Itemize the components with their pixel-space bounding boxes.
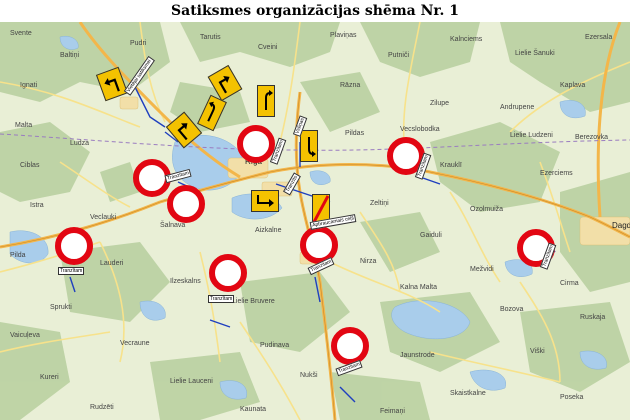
curve-warning-sign[interactable] bbox=[300, 130, 318, 162]
place-label: Viški bbox=[530, 348, 545, 355]
place-label: Kalnciems bbox=[450, 36, 483, 43]
curve-warning-sign[interactable] bbox=[251, 190, 279, 212]
place-label: Tarutis bbox=[200, 34, 221, 41]
place-label: Ezerciems bbox=[540, 170, 573, 177]
place-label: Cveini bbox=[258, 44, 278, 51]
place-label: Ludza bbox=[70, 140, 90, 147]
place-label: Pudri bbox=[130, 40, 147, 47]
place-label: Kaunata bbox=[240, 406, 267, 413]
place-label: Mežvidi bbox=[470, 266, 494, 273]
no-entry-sign[interactable] bbox=[167, 185, 205, 223]
place-label: Skaistkalne bbox=[450, 390, 486, 397]
supplementary-plate: Tranzītam bbox=[58, 267, 85, 275]
place-label: Berezovka bbox=[575, 134, 609, 141]
place-label: Vecraune bbox=[120, 340, 150, 347]
place-label: Aizkalne bbox=[255, 227, 282, 234]
place-label: Krauklī bbox=[440, 162, 462, 169]
place-label: Ruskaja bbox=[580, 314, 606, 321]
place-label: Kaplava bbox=[560, 82, 586, 89]
place-label: Lielie Bruvere bbox=[232, 298, 275, 305]
place-label: Ignati bbox=[20, 82, 38, 89]
page-title: Satiksmes organizācijas shēma Nr. 1 bbox=[171, 3, 459, 19]
place-label: Kureri bbox=[40, 374, 59, 381]
place-label: Lielie Šanuki bbox=[515, 50, 555, 57]
place-label: Šalnava bbox=[160, 222, 186, 229]
place-label: Nukši bbox=[300, 372, 318, 379]
place-label: Lielie Ludzeni bbox=[510, 132, 553, 139]
curve-warning-sign[interactable] bbox=[257, 85, 275, 117]
place-label: Sprukti bbox=[50, 304, 72, 311]
place-label: Ilzeskalns bbox=[170, 278, 201, 285]
place-label: Plaviņas bbox=[330, 32, 357, 39]
no-entry-sign[interactable] bbox=[209, 254, 247, 292]
place-label: Svente bbox=[10, 30, 32, 37]
place-label: Veclauki bbox=[90, 214, 117, 221]
no-entry-sign[interactable] bbox=[55, 227, 93, 265]
place-label: Kalna Malta bbox=[400, 284, 437, 291]
place-label: Lielie Lauceni bbox=[170, 378, 213, 385]
place-label: Istra bbox=[30, 202, 44, 209]
no-entry-sign[interactable] bbox=[331, 327, 369, 365]
place-label: Pudinava bbox=[260, 342, 290, 349]
map-view[interactable]: Rīga Dagd Svente Baltiņi Pudri Tarutis C… bbox=[0, 22, 630, 420]
place-label: Ciblas bbox=[20, 162, 40, 169]
place-label: Gaiduli bbox=[420, 232, 442, 239]
place-label: Feimaņi bbox=[380, 408, 405, 415]
place-label: Ezersala bbox=[585, 34, 613, 41]
place-label: Lauderi bbox=[100, 260, 124, 267]
supplementary-plate: Tranzītam bbox=[208, 295, 235, 303]
curve-arrow-icon bbox=[308, 137, 316, 157]
place-label: Ozolmuiža bbox=[470, 206, 504, 213]
place-label: Jaunstrode bbox=[400, 352, 435, 359]
place-label: Andrupene bbox=[500, 104, 535, 111]
no-entry-sign[interactable] bbox=[237, 125, 275, 163]
place-label: Bozova bbox=[500, 306, 524, 313]
place-label: Malta bbox=[15, 122, 33, 129]
place-label: Vecslobodka bbox=[400, 126, 440, 133]
place-label: Pildas bbox=[345, 130, 365, 137]
place-label: Zeltiņi bbox=[370, 200, 389, 207]
place-label: Cirma bbox=[560, 280, 579, 287]
place-label: Nirza bbox=[360, 258, 377, 265]
place-label: Zilupe bbox=[430, 100, 450, 107]
place-label: Baltiņi bbox=[60, 52, 80, 59]
place-label: Putniči bbox=[388, 52, 410, 59]
place-label: Vaicuļeva bbox=[10, 332, 40, 339]
curve-arrow-icon bbox=[257, 195, 274, 207]
place-label: Poseka bbox=[560, 394, 584, 401]
place-label: Pilda bbox=[10, 252, 26, 259]
place-label: Dagd bbox=[612, 221, 630, 230]
place-label: Rudzēti bbox=[90, 404, 114, 411]
curve-arrow-icon bbox=[265, 90, 273, 110]
place-label: Rāzna bbox=[340, 82, 361, 89]
